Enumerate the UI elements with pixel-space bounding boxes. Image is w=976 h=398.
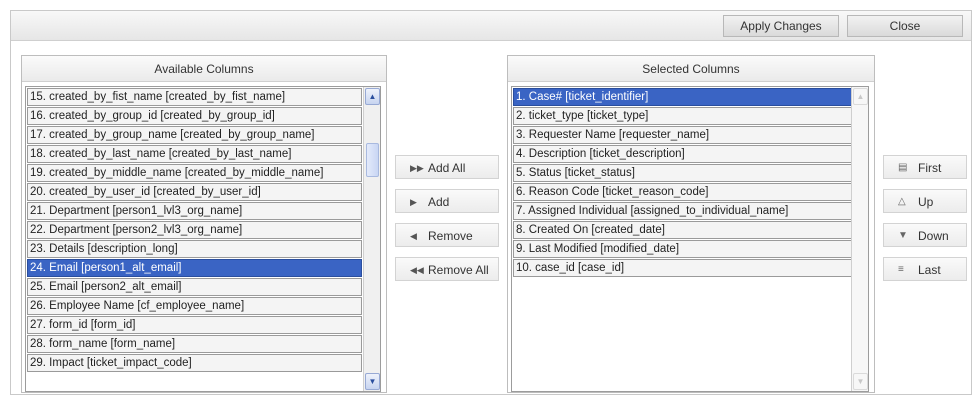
order-buttons: ▤ First △ Up ▼ Down ≡ Last — [883, 155, 967, 291]
add-all-button[interactable]: ▶▶ Add All — [395, 155, 499, 179]
move-first-button[interactable]: ▤ First — [883, 155, 967, 179]
selected-columns-panel: Selected Columns 1. Case# [ticket_identi… — [507, 55, 875, 393]
list-item[interactable]: 15. created_by_fist_name [created_by_fis… — [27, 88, 362, 106]
first-label: First — [918, 161, 942, 175]
list-item[interactable]: 6. Reason Code [ticket_reason_code] — [513, 183, 854, 201]
double-right-arrow-icon: ▶▶ — [410, 163, 424, 173]
available-columns-panel: Available Columns 15. created_by_fist_na… — [21, 55, 387, 393]
list-item[interactable]: 18. created_by_last_name [created_by_las… — [27, 145, 362, 163]
apply-changes-button[interactable]: Apply Changes — [723, 15, 839, 37]
add-button[interactable]: ▶ Add — [395, 189, 499, 213]
double-left-arrow-icon: ◀◀ — [410, 265, 424, 275]
selected-columns-items: 1. Case# [ticket_identifier] 2. ticket_ty… — [513, 88, 854, 278]
list-item[interactable]: 25. Email [person2_alt_email] — [27, 278, 362, 296]
move-up-button[interactable]: △ Up — [883, 189, 967, 213]
available-columns-title: Available Columns — [22, 56, 386, 82]
selected-scrollbar[interactable]: ▲ ▼ — [851, 87, 868, 391]
scroll-up-icon[interactable]: ▲ — [365, 88, 380, 105]
list-item[interactable]: 1. Case# [ticket_identifier] — [513, 88, 854, 106]
list-item[interactable]: 23. Details [description_long] — [27, 240, 362, 258]
remove-button[interactable]: ◀ Remove — [395, 223, 499, 247]
left-arrow-icon: ◀ — [410, 231, 417, 241]
transfer-buttons: ▶▶ Add All ▶ Add ◀ Remove ◀◀ Remove All — [395, 155, 499, 291]
list-item[interactable]: 21. Department [person1_lvl3_org_name] — [27, 202, 362, 220]
list-item[interactable]: 20. created_by_user_id [created_by_user_… — [27, 183, 362, 201]
list-item[interactable]: 9. Last Modified [modified_date] — [513, 240, 854, 258]
move-down-button[interactable]: ▼ Down — [883, 223, 967, 247]
list-item[interactable]: 22. Department [person2_lvl3_org_name] — [27, 221, 362, 239]
available-columns-list[interactable]: 15. created_by_fist_name [created_by_fis… — [25, 86, 381, 392]
down-triangle-icon: ▼ — [898, 230, 908, 241]
right-arrow-icon: ▶ — [410, 197, 417, 207]
list-item[interactable]: 5. Status [ticket_status] — [513, 164, 854, 182]
add-all-label: Add All — [428, 161, 466, 175]
list-item[interactable]: 24. Email [person1_alt_email] — [27, 259, 362, 277]
scroll-down-icon[interactable]: ▼ — [365, 373, 380, 390]
up-triangle-icon: △ — [898, 196, 906, 207]
scroll-up-icon[interactable]: ▲ — [853, 88, 868, 105]
list-item[interactable]: 19. created_by_middle_name [created_by_m… — [27, 164, 362, 182]
list-item[interactable]: 27. form_id [form_id] — [27, 316, 362, 334]
list-item[interactable]: 8. Created On [created_date] — [513, 221, 854, 239]
list-item[interactable]: 29. Impact [ticket_impact_code] — [27, 354, 362, 372]
available-scrollbar[interactable]: ▲ ▼ — [363, 87, 380, 391]
last-label: Last — [918, 263, 941, 277]
add-label: Add — [428, 195, 450, 209]
up-label: Up — [918, 195, 934, 209]
list-item[interactable]: 2. ticket_type [ticket_type] — [513, 107, 854, 125]
first-icon: ▤ — [898, 162, 908, 173]
list-item[interactable]: 26. Employee Name [cf_employee_name] — [27, 297, 362, 315]
selected-columns-title: Selected Columns — [508, 56, 874, 82]
remove-all-button[interactable]: ◀◀ Remove All — [395, 257, 499, 281]
column-chooser-dialog: Apply Changes Close Available Columns 15… — [10, 10, 972, 395]
list-item[interactable]: 17. created_by_group_name [created_by_gr… — [27, 126, 362, 144]
list-item[interactable]: 7. Assigned Individual [assigned_to_indi… — [513, 202, 854, 220]
available-columns-items: 15. created_by_fist_name [created_by_fis… — [27, 88, 362, 373]
close-button[interactable]: Close — [847, 15, 963, 37]
list-item[interactable]: 4. Description [ticket_description] — [513, 145, 854, 163]
scroll-thumb[interactable] — [366, 143, 379, 177]
scroll-down-icon[interactable]: ▼ — [853, 373, 868, 390]
list-item[interactable]: 10. case_id [case_id] — [513, 259, 854, 277]
selected-columns-list[interactable]: 1. Case# [ticket_identifier] 2. ticket_ty… — [511, 86, 869, 392]
down-label: Down — [918, 229, 949, 243]
list-item[interactable]: 16. created_by_group_id [created_by_grou… — [27, 107, 362, 125]
list-item[interactable]: 28. form_name [form_name] — [27, 335, 362, 353]
last-icon: ≡ — [898, 264, 904, 275]
list-item[interactable]: 3. Requester Name [requester_name] — [513, 126, 854, 144]
toolbar: Apply Changes Close — [11, 11, 971, 41]
remove-label: Remove — [428, 229, 473, 243]
move-last-button[interactable]: ≡ Last — [883, 257, 967, 281]
remove-all-label: Remove All — [428, 263, 489, 277]
